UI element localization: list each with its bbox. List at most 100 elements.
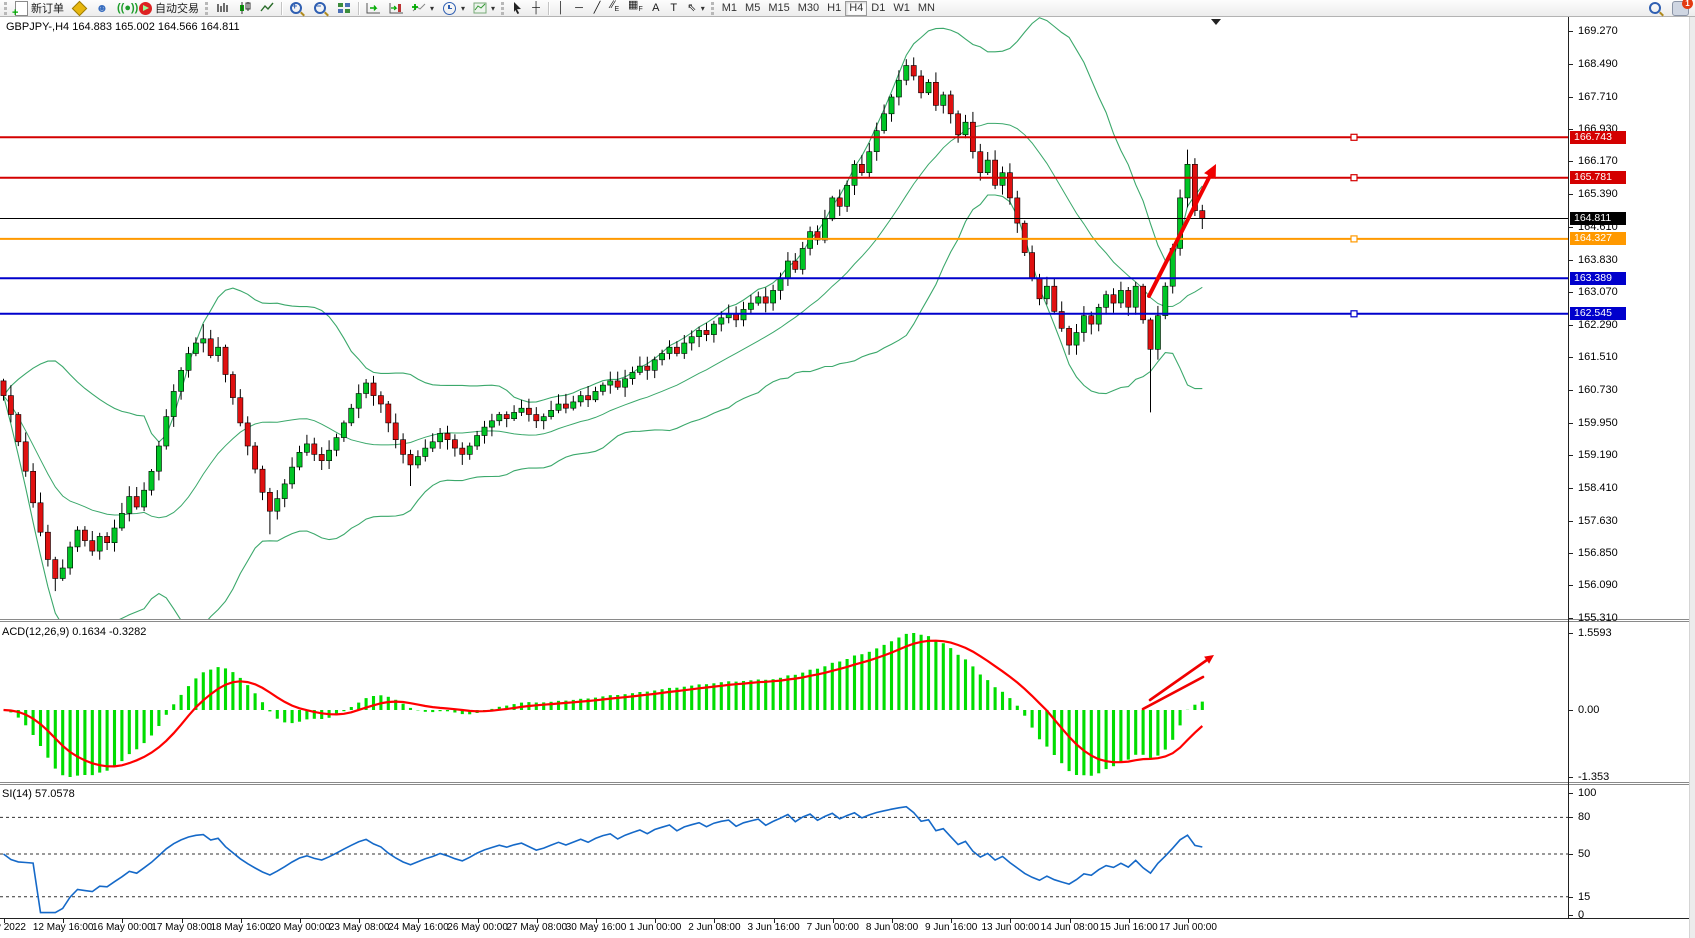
time-axis-label: 18 May 16:00 xyxy=(196,922,286,933)
tab-mn[interactable]: MN xyxy=(914,1,939,16)
tab-m1[interactable]: M1 xyxy=(718,1,741,16)
window-edge-strip xyxy=(1689,17,1695,938)
tab-h1[interactable]: H1 xyxy=(823,1,845,16)
templates-button[interactable]: ▾ xyxy=(469,1,499,16)
rsi-pane-canvas[interactable] xyxy=(0,785,1568,917)
price-axis-label: 167.710 xyxy=(1578,91,1618,103)
fibonacci-icon: ▦F xyxy=(628,0,643,17)
macd-label: ACD(12,26,9) 0.1634 -0.3282 xyxy=(2,626,146,638)
tab-m15[interactable]: M15 xyxy=(764,1,793,16)
rsi-axis-label: 15 xyxy=(1578,891,1590,903)
text-tool-icon: A xyxy=(651,2,661,15)
time-axis-label: 24 May 16:00 xyxy=(373,922,463,933)
horizontal-line-tool[interactable]: ─ xyxy=(570,1,588,16)
time-axis-label: 23 May 08:00 xyxy=(314,922,404,933)
tab-m30[interactable]: M30 xyxy=(794,1,823,16)
pane-separator xyxy=(0,784,1695,785)
price-axis-label: 169.270 xyxy=(1578,25,1618,37)
tile-windows-button[interactable] xyxy=(333,1,355,16)
channel-tool[interactable]: ∕∕E xyxy=(606,1,624,16)
tab-m5[interactable]: M5 xyxy=(741,1,764,16)
rsi-axis-label: 80 xyxy=(1578,811,1590,823)
tab-w1[interactable]: W1 xyxy=(889,1,914,16)
arrows-tool[interactable]: ⇖▾ xyxy=(683,1,709,16)
bar-chart-icon xyxy=(216,2,230,14)
market-watch-icon: ☻ xyxy=(95,2,109,15)
tab-h4[interactable]: H4 xyxy=(845,1,867,16)
notification-badge: 1 xyxy=(1682,0,1693,9)
price-axis-label: 165.390 xyxy=(1578,188,1618,200)
trendline-icon: ╱ xyxy=(592,2,602,15)
price-line-badge: 164.327 xyxy=(1570,232,1626,245)
indicators-icon xyxy=(412,2,426,14)
candlestick-chart-icon xyxy=(238,2,252,14)
price-axis-label: 161.510 xyxy=(1578,351,1618,363)
time-axis-label: 14 Jun 08:00 xyxy=(1025,922,1115,933)
vertical-line-icon: │ xyxy=(556,2,566,15)
bollinger-bands xyxy=(4,18,1203,619)
candlestick-chart-button[interactable] xyxy=(234,1,256,16)
macd-axis-label: 1.5593 xyxy=(1578,627,1612,639)
price-axis-label: 157.630 xyxy=(1578,515,1618,527)
rsi-axis-label: 50 xyxy=(1578,848,1590,860)
price-axis-label: 160.730 xyxy=(1578,384,1618,396)
toolbar-grip[interactable] xyxy=(205,2,208,15)
macd-axis-label: 0.00 xyxy=(1578,704,1599,716)
chart-shift-button[interactable] xyxy=(385,1,408,16)
toolbar-grip[interactable] xyxy=(4,2,7,15)
arrows-tool-icon: ⇖ xyxy=(687,2,697,15)
indicators-button[interactable]: ▾ xyxy=(408,1,438,16)
time-axis-label: 17 Jun 00:00 xyxy=(1143,922,1233,933)
crosshair-tool-button[interactable]: ┼ xyxy=(527,1,545,16)
pane-separator[interactable] xyxy=(0,619,1695,620)
trendline-tool[interactable]: ╱ xyxy=(588,1,606,16)
pane-separator[interactable] xyxy=(0,782,1695,783)
price-axis-label: 163.070 xyxy=(1578,286,1618,298)
cursor-tool-button[interactable] xyxy=(508,1,527,16)
price-axis-label: 163.830 xyxy=(1578,254,1618,266)
macd-trend-arrow[interactable] xyxy=(1143,655,1214,709)
tab-d1[interactable]: D1 xyxy=(867,1,889,16)
zoom-out-button[interactable]: − xyxy=(309,1,333,16)
macd-pane-canvas[interactable] xyxy=(0,623,1568,781)
toolbar-grip[interactable] xyxy=(501,2,504,15)
time-axis-label: May 2022 xyxy=(0,922,49,933)
search-icon xyxy=(1649,2,1661,14)
autotrade-button[interactable]: 自动交易 xyxy=(135,1,203,16)
mt4-window: + 新订单 ☻ ((●)) 自动交易 + − ▾ ▾ ▾ ┼ │ ─ ╱ ∕∕E… xyxy=(0,0,1695,938)
time-axis-label: 9 Jun 16:00 xyxy=(906,922,996,933)
price-axis-label: 162.290 xyxy=(1578,319,1618,331)
chart-header-quote: GBPJPY-,H4 164.883 165.002 164.566 164.8… xyxy=(6,21,240,33)
auto-scroll-button[interactable] xyxy=(362,1,385,16)
signals-button[interactable]: ((●)) xyxy=(113,1,135,16)
zoom-in-button[interactable]: + xyxy=(285,1,309,16)
autotrade-icon xyxy=(139,2,152,15)
zoom-in-icon: + xyxy=(290,2,302,14)
price-axis-label: 159.190 xyxy=(1578,449,1618,461)
notifications-button[interactable]: 1 xyxy=(1668,1,1693,16)
bar-chart-button[interactable] xyxy=(212,1,234,16)
text-label-tool[interactable]: T xyxy=(665,1,683,16)
new-order-button[interactable]: + 新订单 xyxy=(11,1,68,16)
periods-button[interactable]: ▾ xyxy=(438,1,469,16)
text-label-icon: T xyxy=(669,2,679,15)
time-axis-label: 15 Jun 16:00 xyxy=(1084,922,1174,933)
styler-button[interactable] xyxy=(68,1,91,16)
fibonacci-tool[interactable]: ▦F xyxy=(624,1,647,16)
market-watch-button[interactable]: ☻ xyxy=(91,1,113,16)
time-axis-label: 17 May 08:00 xyxy=(137,922,227,933)
time-axis-label: 16 May 00:00 xyxy=(77,922,167,933)
template-icon xyxy=(473,2,487,14)
trend-arrow[interactable] xyxy=(1149,164,1216,296)
price-line-badge: 162.545 xyxy=(1570,307,1626,320)
text-tool[interactable]: A xyxy=(647,1,665,16)
search-button[interactable] xyxy=(1644,1,1668,16)
line-chart-button[interactable] xyxy=(256,1,278,16)
chart-shift-icon xyxy=(389,2,404,14)
toolbar-grip[interactable] xyxy=(711,2,714,15)
notification-bubble-icon: 1 xyxy=(1672,1,1689,16)
price-axis-border xyxy=(1568,17,1569,919)
price-chart-canvas[interactable] xyxy=(0,17,1568,619)
vertical-line-tool[interactable]: │ xyxy=(552,1,570,16)
time-axis-label: 27 May 08:00 xyxy=(492,922,582,933)
